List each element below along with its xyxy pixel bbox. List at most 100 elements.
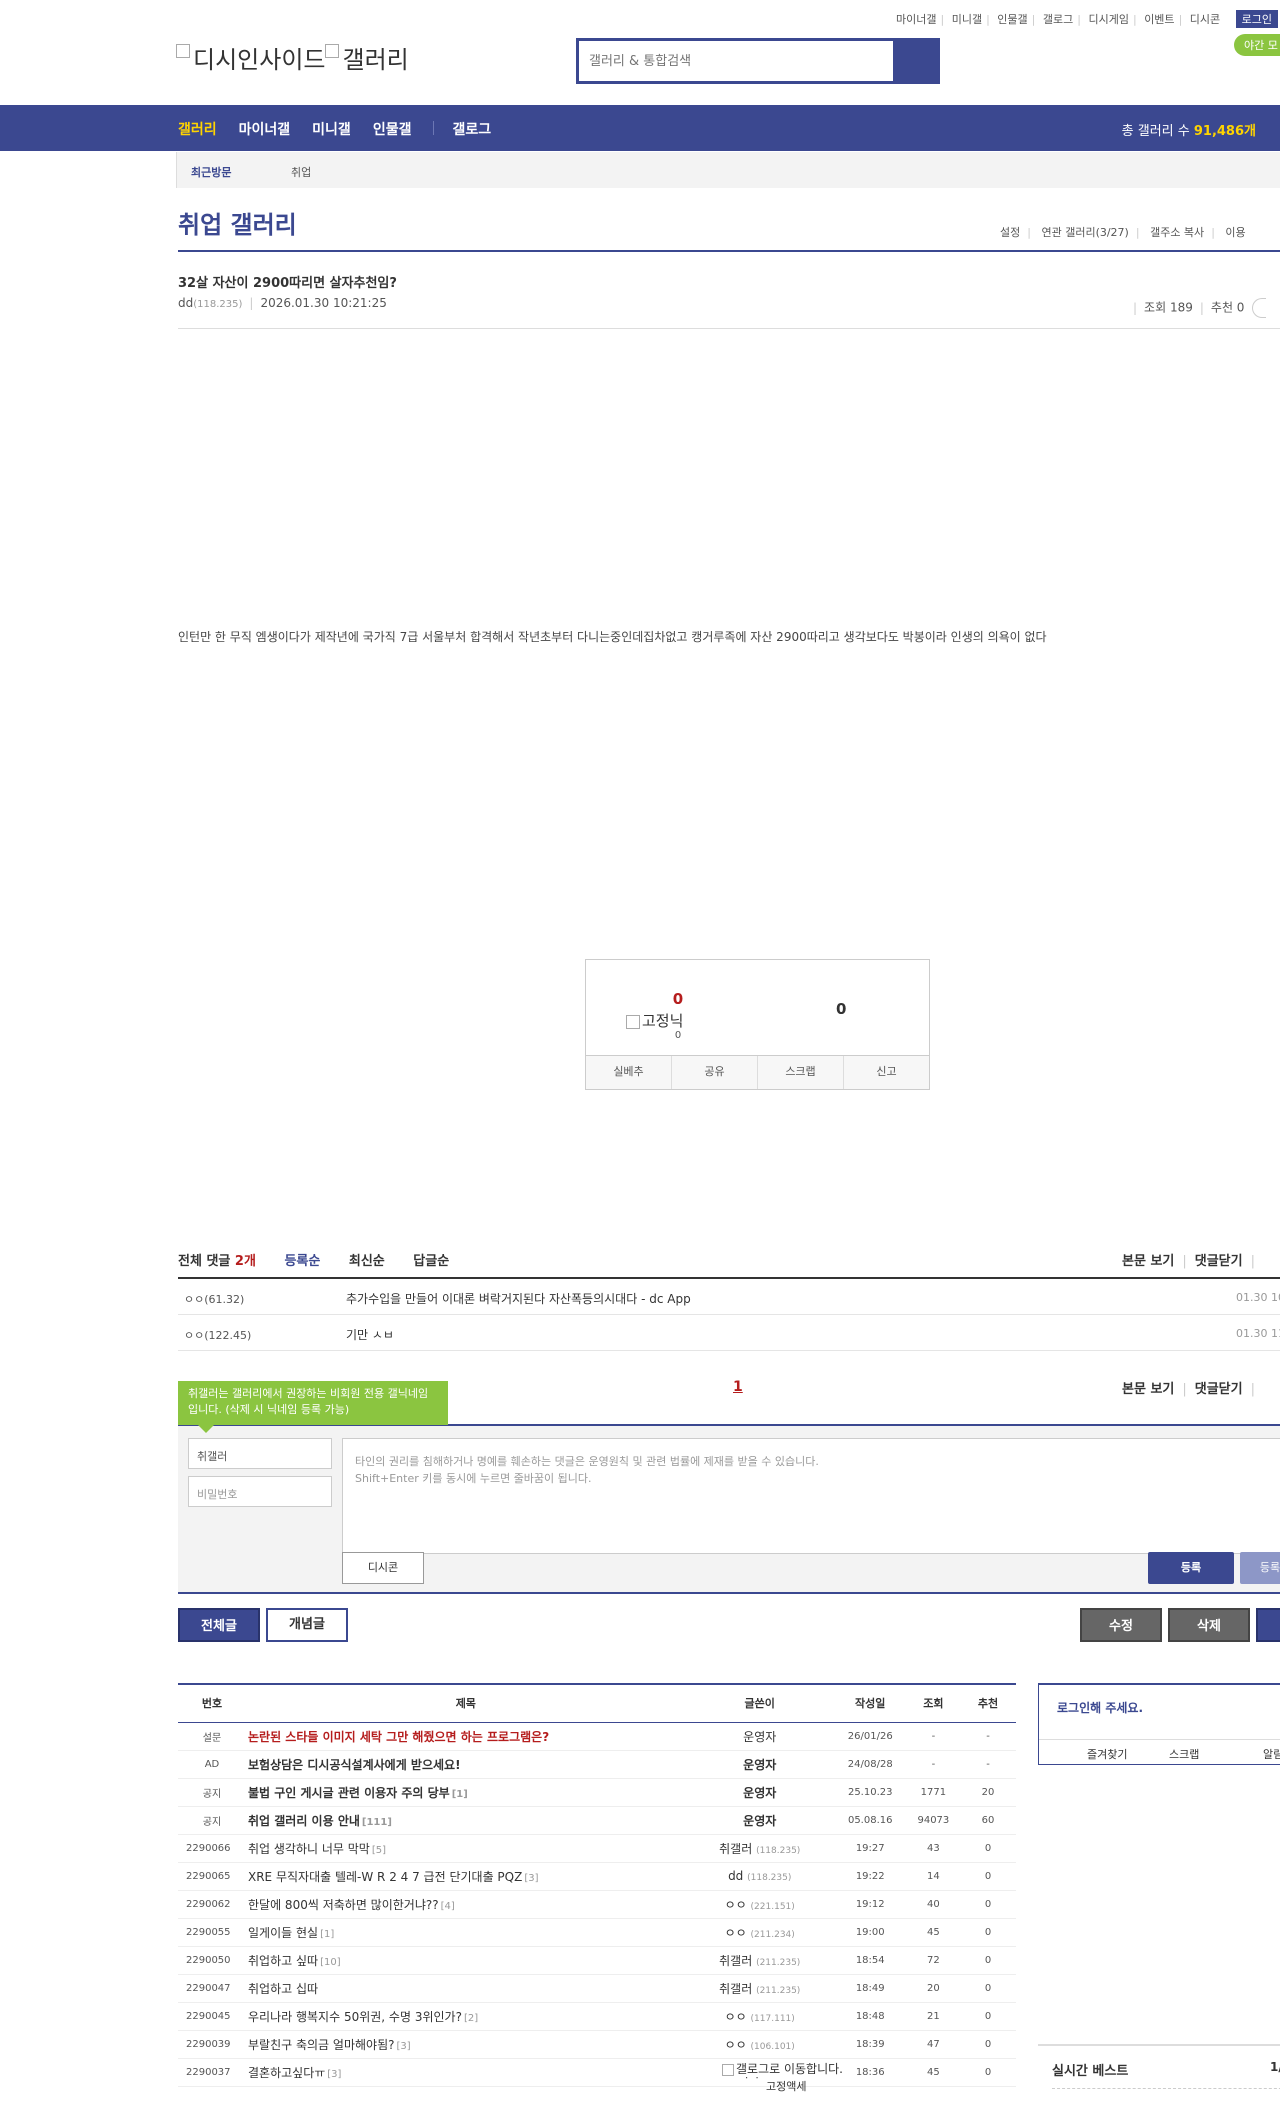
util-link[interactable]: 인물갤 xyxy=(993,11,1031,27)
nickname-input[interactable]: 취갤러 xyxy=(188,1438,332,1469)
dccon-button[interactable]: 디시콘 xyxy=(342,1552,424,1584)
logo[interactable]: 디시인사이드 갤러리 xyxy=(176,40,409,75)
login-prompt[interactable]: 로그인해 주세요. xyxy=(1057,1699,1143,1716)
delete-button[interactable]: 삭제 xyxy=(1168,1608,1250,1642)
row-writer[interactable]: ㅇㅇ (106.101) xyxy=(685,2030,834,2059)
comment-nick[interactable]: ㅇㅇ(61.32) xyxy=(184,1291,244,1307)
night-mode-button[interactable]: 야간 모 xyxy=(1234,34,1280,56)
reply-count[interactable]: [3] xyxy=(396,2041,410,2052)
row-writer[interactable]: 취갤러 (211.235) xyxy=(685,1974,834,2003)
password-input[interactable]: 비밀번호 xyxy=(188,1476,332,1507)
scrap-button[interactable]: 스크랩 xyxy=(758,1056,844,1089)
sort-latest[interactable]: 최신순 xyxy=(349,1254,385,1269)
row-title[interactable]: 우리나라 행복지수 50위권, 수명 3위인가? [2] xyxy=(246,2002,686,2031)
table-row[interactable]: 2290045 우리나라 행복지수 50위권, 수명 3위인가? [2] ㅇㅇ (11… xyxy=(178,2002,1016,2031)
usage-link[interactable]: 이용 xyxy=(1225,226,1245,239)
nav-minor[interactable]: 마이너갤 xyxy=(239,119,291,139)
write-button[interactable] xyxy=(1256,1608,1280,1642)
row-title[interactable]: 일게이들 현실 [1] xyxy=(246,1918,686,1947)
table-row[interactable]: 설문 논란된 스타들 이미지 세탁 그만 해줬으면 하는 프로그램은? 운영자 26… xyxy=(178,1722,1016,1751)
search-input[interactable] xyxy=(579,41,893,81)
row-title[interactable]: 불법 구인 게시글 관련 이용자 주의 당부 [1] xyxy=(246,1778,686,1807)
row-writer[interactable]: dd (118.235) xyxy=(685,1862,834,1891)
row-writer[interactable]: 운영자 xyxy=(685,1750,834,1779)
row-title[interactable]: 결혼하고싶다ㅠ [3] xyxy=(246,2058,686,2087)
row-writer[interactable]: ㅇㅇ (211.234) xyxy=(685,1918,834,1947)
report-button[interactable]: 신고 xyxy=(844,1056,929,1089)
favorites-link[interactable]: 즐겨찾기 xyxy=(1087,1746,1127,1762)
row-title[interactable]: 부랄친구 축의금 얼마해야됨? [3] xyxy=(246,2030,686,2059)
table-row[interactable]: 2290066 취업 생각하니 너무 막막 [5] 취갤러 (118.235) 19:2… xyxy=(178,1834,1016,1863)
comment-textarea[interactable]: 타인의 권리를 침해하거나 명예를 훼손하는 댓글은 운영원칙 및 관련 법률에… xyxy=(342,1438,1280,1554)
row-title[interactable]: 한달에 800씩 저축하면 많이한거냐?? [4] xyxy=(246,1890,686,1919)
downvote-count[interactable]: 0 xyxy=(836,1000,846,1018)
table-row[interactable]: AD 보험상담은 디시공식설계사에게 받으세요! 운영자 24/08/28- - xyxy=(178,1750,1016,1779)
row-title[interactable]: 취업 생각하니 너무 막막 [5] xyxy=(246,1834,686,1863)
sort-registered[interactable]: 등록순 xyxy=(284,1254,320,1269)
related-gallery-link[interactable]: 연관 갤러리(3/27) xyxy=(1041,226,1128,239)
settings-link[interactable]: 설정 xyxy=(1000,226,1020,239)
table-row[interactable]: 2290050 취업하고 싶따 [10] 취갤러 (211.235) 18:54 72 0 xyxy=(178,1946,1016,1975)
recent-label[interactable]: 최근방문 xyxy=(191,164,231,180)
util-link[interactable]: 디시게임 xyxy=(1084,11,1132,27)
row-title[interactable]: 보험상담은 디시공식설계사에게 받으세요! xyxy=(246,1750,686,1779)
row-writer[interactable]: ㅇㅇ (117.111) xyxy=(685,2002,834,2031)
nav-gallery[interactable]: 갤러리 xyxy=(178,119,217,139)
row-title[interactable]: XRE 무직자대출 텔레-W R 2 4 7 급전 단기대출 PQZ [3] xyxy=(246,1862,686,1891)
table-row[interactable]: 2290039 부랄친구 축의금 얼마해야됨? [3] ㅇㅇ (106.101) 18:… xyxy=(178,2030,1016,2059)
reply-count[interactable]: [5] xyxy=(372,1845,386,1856)
reply-count[interactable]: [1] xyxy=(452,1789,468,1800)
recent-item[interactable]: 취업 xyxy=(291,164,311,180)
table-row[interactable]: 2290055 일게이들 현실 [1] ㅇㅇ (211.234) 19:00 45 0 xyxy=(178,1918,1016,1947)
share-button[interactable]: 공유 xyxy=(672,1056,758,1089)
close-comments-link[interactable]: 댓글닫기 xyxy=(1195,1254,1243,1269)
table-row[interactable]: 2290062 한달에 800씩 저축하면 많이한거냐?? [4] ㅇㅇ (221.1… xyxy=(178,1890,1016,1919)
util-link[interactable]: 미니갤 xyxy=(948,11,986,27)
row-writer[interactable]: 운영자 xyxy=(685,1806,834,1835)
row-title[interactable]: 논란된 스타들 이미지 세탁 그만 해줬으면 하는 프로그램은? xyxy=(246,1722,686,1751)
util-link[interactable]: 갤로그 xyxy=(1039,11,1077,27)
gallery-title[interactable]: 취업 갤러리 xyxy=(178,205,297,240)
close-comments-link[interactable]: 댓글닫기 xyxy=(1195,1382,1243,1397)
row-writer[interactable]: 운영자 xyxy=(685,1722,834,1751)
submit-button[interactable]: 등록 xyxy=(1148,1552,1234,1584)
util-link[interactable]: 이벤트 xyxy=(1140,11,1178,27)
util-link[interactable]: 마이너갤 xyxy=(892,11,940,27)
row-title[interactable]: 취업하고 싶따 [10] xyxy=(246,1946,686,1975)
share-circle-icon[interactable] xyxy=(1252,298,1267,318)
row-title[interactable]: 취업 갤러리 이용 안내 [111] xyxy=(246,1806,686,1835)
view-body-link[interactable]: 본문 보기 xyxy=(1122,1382,1174,1397)
reply-count[interactable]: [3] xyxy=(524,1873,538,1884)
submit-register-button[interactable]: 등록 xyxy=(1240,1552,1280,1584)
table-row[interactable]: 공지 불법 구인 게시글 관련 이용자 주의 당부 [1] 운영자 25.10.23 1… xyxy=(178,1778,1016,1807)
row-writer[interactable]: 취갤러 (211.235) xyxy=(685,1946,834,1975)
comment-nick[interactable]: ㅇㅇ(122.45) xyxy=(184,1327,251,1343)
reply-count[interactable]: [1] xyxy=(320,1929,334,1940)
reply-count[interactable]: [4] xyxy=(441,1901,455,1912)
row-writer[interactable]: 운영자 xyxy=(685,1778,834,1807)
reply-count[interactable]: [3] xyxy=(327,2069,341,2080)
post-author[interactable]: dd xyxy=(178,296,193,310)
reply-count[interactable]: [2] xyxy=(464,2013,478,2024)
nav-person[interactable]: 인물갤 xyxy=(373,119,412,139)
table-row[interactable]: 2290047 취업하고 십따 취갤러 (211.235) 18:49 20 0 xyxy=(178,1974,1016,2003)
view-body-link[interactable]: 본문 보기 xyxy=(1122,1254,1174,1269)
row-title[interactable]: 취업하고 십따 xyxy=(246,1974,686,2003)
alerts-link[interactable]: 알림 xyxy=(1263,1746,1280,1762)
concept-posts-button[interactable]: 개념글 xyxy=(266,1608,348,1642)
copy-address-link[interactable]: 갤주소 복사 xyxy=(1150,226,1204,239)
scrap-link[interactable]: 스크랩 xyxy=(1169,1746,1199,1762)
table-row[interactable]: 2290065 XRE 무직자대출 텔레-W R 2 4 7 급전 단기대출 PQ… xyxy=(178,1862,1016,1891)
row-writer[interactable]: 취갤러 (118.235) xyxy=(685,1834,834,1863)
comment-page-1[interactable]: 1 xyxy=(733,1379,743,1395)
sort-replies[interactable]: 답글순 xyxy=(413,1254,449,1269)
nav-gallog[interactable]: 갤로그 xyxy=(452,119,491,139)
real-best-button[interactable]: 실베추 xyxy=(586,1056,672,1089)
table-row[interactable]: 공지 취업 갤러리 이용 안내 [111] 운영자 05.08.16 94073 60 xyxy=(178,1806,1016,1835)
row-writer[interactable]: ㅇㅇ (221.151) xyxy=(685,1890,834,1919)
edit-button[interactable]: 수정 xyxy=(1080,1608,1162,1642)
reply-count[interactable]: [111] xyxy=(362,1817,392,1828)
table-row[interactable]: 2290037결혼하고싶다ㅠ[3]피카소오 18:36450 xyxy=(178,2058,1016,2087)
reply-count[interactable]: [10] xyxy=(320,1957,341,1968)
nav-mini[interactable]: 미니갤 xyxy=(312,119,351,139)
